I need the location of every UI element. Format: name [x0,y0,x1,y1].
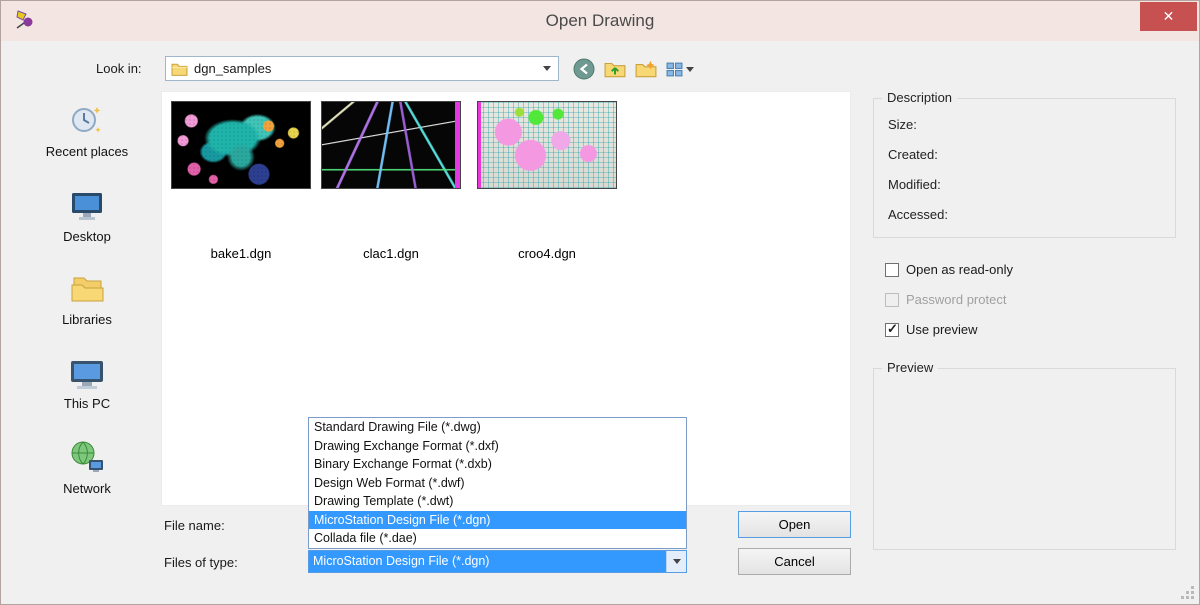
checkbox-label: Use preview [906,322,978,337]
sidebar-item-recent-places[interactable]: Recent places [19,101,155,159]
desktop-icon [67,186,107,226]
dropdown-option-dgn-selected[interactable]: MicroStation Design File (*.dgn) [309,511,686,530]
view-grid-icon [666,61,683,78]
folder-icon [171,62,188,76]
dropdown-option-dae[interactable]: Collada file (*.dae) [309,529,686,548]
sidebar-item-label: Libraries [19,312,155,327]
open-as-read-only-checkbox[interactable]: Open as read-only [885,262,1013,277]
dropdown-option-dwf[interactable]: Design Web Format (*.dwf) [309,474,686,493]
created-label: Created: [888,147,938,162]
password-protect-checkbox: Password protect [885,292,1006,307]
new-folder-icon[interactable] [635,58,657,80]
files-of-type-label: Files of type: [164,555,238,570]
look-in-combobox[interactable]: dgn_samples [165,56,559,81]
back-icon[interactable] [573,58,595,80]
chevron-down-icon [686,67,694,72]
up-folder-icon[interactable] [604,58,626,80]
sidebar-item-libraries[interactable]: Libraries [19,269,155,327]
description-groupbox: Description Size: Created: Modified: Acc… [873,98,1176,238]
file-item-croo4[interactable]: croo4.dgn [477,101,617,261]
preview-title: Preview [882,360,938,375]
open-button-label: Open [779,517,811,532]
accessed-label: Accessed: [888,207,948,222]
dialog-toolbar [573,56,694,82]
close-icon: ✕ [1163,8,1175,25]
cancel-button[interactable]: Cancel [738,548,851,575]
recent-places-icon [67,101,107,141]
file-name-label: bake1.dgn [171,246,311,261]
use-preview-checkbox[interactable]: Use preview [885,322,978,337]
open-button[interactable]: Open [738,511,851,538]
files-of-type-value: MicroStation Design File (*.dgn) [309,551,666,572]
file-type-dropdown-list: Standard Drawing File (*.dwg) Drawing Ex… [308,417,687,549]
file-thumbnail [171,101,311,189]
checkbox-disabled-icon [885,293,899,307]
size-label: Size: [888,117,917,132]
file-name-field-label: File name: [164,518,225,533]
file-name-label: clac1.dgn [321,246,461,261]
sidebar-item-this-pc[interactable]: This PC [19,353,155,411]
sidebar-item-label: Desktop [19,229,155,244]
resize-grip[interactable] [1181,586,1194,599]
sidebar-item-label: Recent places [19,144,155,159]
checkbox-checked-icon [885,323,899,337]
file-item-clac1[interactable]: clac1.dgn [321,101,461,261]
file-item-bake1[interactable]: bake1.dgn [171,101,311,261]
description-title: Description [882,90,957,105]
title-bar[interactable]: Open Drawing ✕ [1,1,1199,41]
view-menu-button[interactable] [666,61,694,78]
dropdown-option-dwg[interactable]: Standard Drawing File (*.dwg) [309,418,686,437]
dropdown-option-dxb[interactable]: Binary Exchange Format (*.dxb) [309,455,686,474]
close-button[interactable]: ✕ [1140,2,1197,31]
window-title: Open Drawing [1,11,1199,31]
look-in-value: dgn_samples [194,61,271,76]
dropdown-option-dwt[interactable]: Drawing Template (*.dwt) [309,492,686,511]
file-thumbnail [321,101,461,189]
sidebar-item-desktop[interactable]: Desktop [19,186,155,244]
libraries-icon [67,269,107,309]
files-of-type-combobox[interactable]: MicroStation Design File (*.dgn) [308,550,687,573]
sidebar-item-label: This PC [19,396,155,411]
checkbox-label: Open as read-only [906,262,1013,277]
file-thumbnail [477,101,617,189]
chevron-down-icon[interactable] [666,551,686,572]
checkbox-label: Password protect [906,292,1006,307]
preview-groupbox: Preview [873,368,1176,550]
modified-label: Modified: [888,177,941,192]
cancel-button-label: Cancel [774,554,814,569]
sidebar-item-network[interactable]: Network [19,438,155,496]
file-name-label: croo4.dgn [477,246,617,261]
sidebar-item-label: Network [19,481,155,496]
this-pc-icon [67,353,107,393]
look-in-label: Look in: [96,61,142,76]
network-icon [67,438,107,478]
dropdown-option-dxf[interactable]: Drawing Exchange Format (*.dxf) [309,437,686,456]
chevron-down-icon [536,57,558,80]
open-drawing-dialog: Open Drawing ✕ Look in: dgn_samples [0,0,1200,605]
checkbox-unchecked-icon [885,263,899,277]
